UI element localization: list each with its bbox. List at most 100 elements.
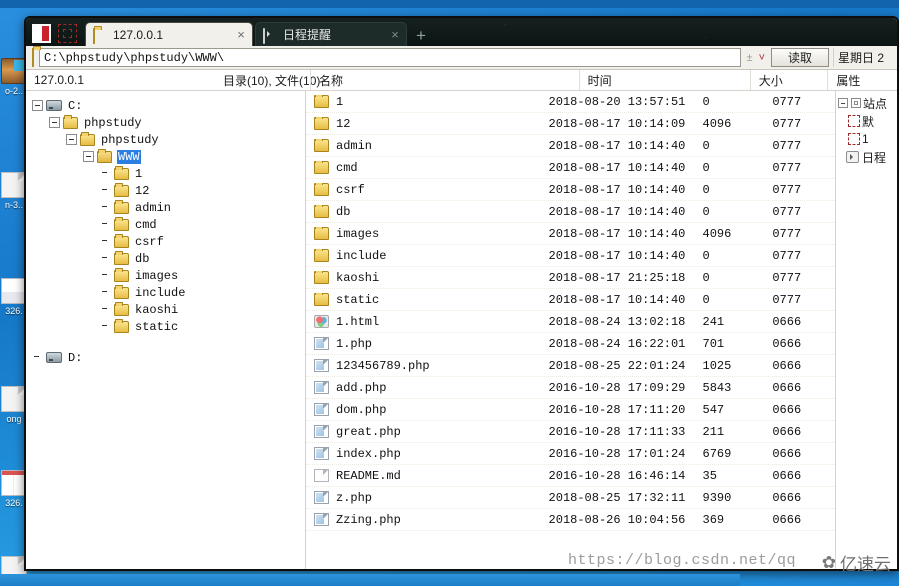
tree-item-d[interactable]: D:: [32, 349, 305, 366]
file-name-label: great.php: [336, 424, 401, 439]
file-name-cell: 123456789.php: [306, 359, 549, 373]
table-row[interactable]: cmd 2018-08-17 10:14:40 0 0777: [306, 157, 835, 179]
tree-item-www[interactable]: WWW: [32, 148, 305, 165]
file-size-cell: 211: [702, 424, 725, 439]
tree-item-kaoshi[interactable]: kaoshi: [32, 301, 305, 318]
table-row[interactable]: admin 2018-08-17 10:14:40 0 0777: [306, 135, 835, 157]
table-row[interactable]: 1.html 2018-08-24 13:02:18 241 0666: [306, 311, 835, 333]
table-row[interactable]: Zzing.php 2018-08-26 10:04:56 369 0666: [306, 509, 835, 531]
tree-item-12[interactable]: 12: [32, 182, 305, 199]
file-time-cell: 2018-08-17 10:14:09: [548, 116, 686, 131]
directory-tree-pane[interactable]: C: phpstudy phpstudy WWW 1 12 admin cmd csrf db im…: [26, 91, 306, 569]
read-button[interactable]: 读取: [771, 48, 829, 67]
file-attr-cell: 0666: [772, 402, 802, 417]
file-time-cell: 2016-10-28 16:46:14: [548, 468, 686, 483]
file-time-cell: 2016-10-28 17:01:24: [548, 446, 686, 461]
tree-item-label: phpstudy: [101, 132, 159, 147]
tree-item-c[interactable]: C:: [32, 97, 305, 114]
file-name-label: db: [336, 204, 351, 219]
file-name-cell: Zzing.php: [306, 513, 549, 527]
md-file-icon: [314, 469, 329, 482]
file-size-cell: 0: [702, 292, 710, 307]
tree-item-static[interactable]: static: [32, 318, 305, 335]
collapse-icon[interactable]: [66, 134, 77, 145]
file-size-cell: 241: [702, 314, 725, 329]
table-row[interactable]: db 2018-08-17 10:14:40 0 0777: [306, 201, 835, 223]
table-row[interactable]: 1 2018-08-20 13:57:51 0 0777: [306, 91, 835, 113]
file-list-pane[interactable]: 1 2018-08-20 13:57:51 0 0777 12 2018-08-17 10…: [306, 91, 835, 569]
table-row[interactable]: 12 2018-08-17 10:14:09 4096 0777: [306, 113, 835, 135]
sites-panel[interactable]: 站点默 1 日程: [835, 91, 897, 569]
table-row[interactable]: z.php 2018-08-25 17:32:11 9390 0666: [306, 487, 835, 509]
folder-icon: [114, 216, 129, 231]
tree-item-include[interactable]: include: [32, 284, 305, 301]
column-header[interactable]: 名称: [310, 70, 579, 90]
table-row[interactable]: README.md 2016-10-28 16:46:14 35 0666: [306, 465, 835, 487]
file-name-label: dom.php: [336, 402, 387, 417]
file-name-label: 1: [336, 94, 344, 109]
new-tab-button[interactable]: +: [407, 27, 435, 46]
table-row[interactable]: images 2018-08-17 10:14:40 4096 0777: [306, 223, 835, 245]
collapse-icon[interactable]: [49, 117, 60, 128]
table-row[interactable]: great.php 2016-10-28 17:11:33 211 0666: [306, 421, 835, 443]
file-size-cell: 0: [702, 138, 710, 153]
file-name-cell: 1.html: [306, 315, 549, 329]
tree-item-db[interactable]: db: [32, 250, 305, 267]
tree-item-admin[interactable]: admin: [32, 199, 305, 216]
file-attr-cell: 0777: [772, 270, 802, 285]
file-attr-cell: 0666: [772, 336, 802, 351]
table-row[interactable]: index.php 2016-10-28 17:01:24 6769 0666: [306, 443, 835, 465]
missing-image-icon: [848, 133, 860, 145]
table-row[interactable]: csrf 2018-08-17 10:14:40 0 0777: [306, 179, 835, 201]
tab-127-0-0-1[interactable]: 127.0.0.1 ×: [85, 22, 253, 46]
column-header[interactable]: 目录(10), 文件(10): [215, 70, 320, 90]
folder-icon: [114, 318, 129, 333]
tree-item-1[interactable]: 1: [32, 165, 305, 182]
stepper-icon[interactable]: ±: [747, 52, 753, 64]
tree-item-images[interactable]: images: [32, 267, 305, 284]
desktop-icon-label: n-3..: [4, 200, 23, 210]
sites-panel-item[interactable]: 站点: [837, 94, 897, 112]
close-icon[interactable]: ×: [388, 28, 402, 41]
file-attr-cell: 0777: [772, 182, 802, 197]
tree-item-phpstudy[interactable]: phpstudy: [32, 114, 305, 131]
folder-icon: [314, 248, 329, 262]
sites-panel-item[interactable]: 日程: [837, 148, 897, 166]
drive-icon: [46, 100, 62, 111]
column-header[interactable]: 127.0.0.1: [26, 70, 215, 90]
table-row[interactable]: static 2018-08-17 10:14:40 0 0777: [306, 289, 835, 311]
folder-icon: [114, 301, 129, 316]
file-size-cell: 9390: [702, 490, 732, 505]
table-row[interactable]: include 2018-08-17 10:14:40 0 0777: [306, 245, 835, 267]
sites-panel-item[interactable]: 默: [837, 112, 897, 130]
table-row[interactable]: kaoshi 2018-08-17 21:25:18 0 0777: [306, 267, 835, 289]
close-icon[interactable]: ×: [234, 28, 248, 41]
table-row[interactable]: add.php 2016-10-28 17:09:29 5843 0666: [306, 377, 835, 399]
collapse-icon[interactable]: [838, 98, 848, 108]
php-file-icon: [314, 513, 329, 526]
tab-schedule-reminder[interactable]: 日程提醒 ×: [255, 22, 407, 46]
file-time-cell: 2018-08-26 10:04:56: [548, 512, 686, 527]
table-row[interactable]: 123456789.php 2018-08-25 22:01:24 1025 0666: [306, 355, 835, 377]
folder-icon: [93, 27, 107, 44]
sites-panel-item[interactable]: 1: [837, 130, 897, 148]
column-header[interactable]: 属性: [827, 70, 897, 90]
collapse-icon[interactable]: [32, 100, 43, 111]
table-row[interactable]: dom.php 2016-10-28 17:11:20 547 0666: [306, 399, 835, 421]
tree-item-phpstudy[interactable]: phpstudy: [32, 131, 305, 148]
table-row[interactable]: 1.php 2018-08-24 16:22:01 701 0666: [306, 333, 835, 355]
tree-item-csrf[interactable]: csrf: [32, 233, 305, 250]
column-header[interactable]: 时间: [578, 70, 750, 90]
file-attr-cell: 0777: [772, 248, 802, 263]
file-name-label: kaoshi: [336, 270, 380, 285]
tab-label: 日程提醒: [283, 28, 332, 42]
chevron-down-icon[interactable]: ˅: [759, 52, 765, 64]
php-file-icon: [314, 359, 329, 372]
tree-item-cmd[interactable]: cmd: [32, 216, 305, 233]
path-input[interactable]: C:\phpstudy\phpstudy\WWW\: [39, 48, 741, 67]
tree-item-label: admin: [135, 200, 172, 215]
folder-icon: [314, 226, 329, 240]
tree-item-label: WWW: [117, 149, 141, 164]
column-header[interactable]: 大小: [749, 70, 828, 90]
collapse-icon[interactable]: [83, 151, 94, 162]
